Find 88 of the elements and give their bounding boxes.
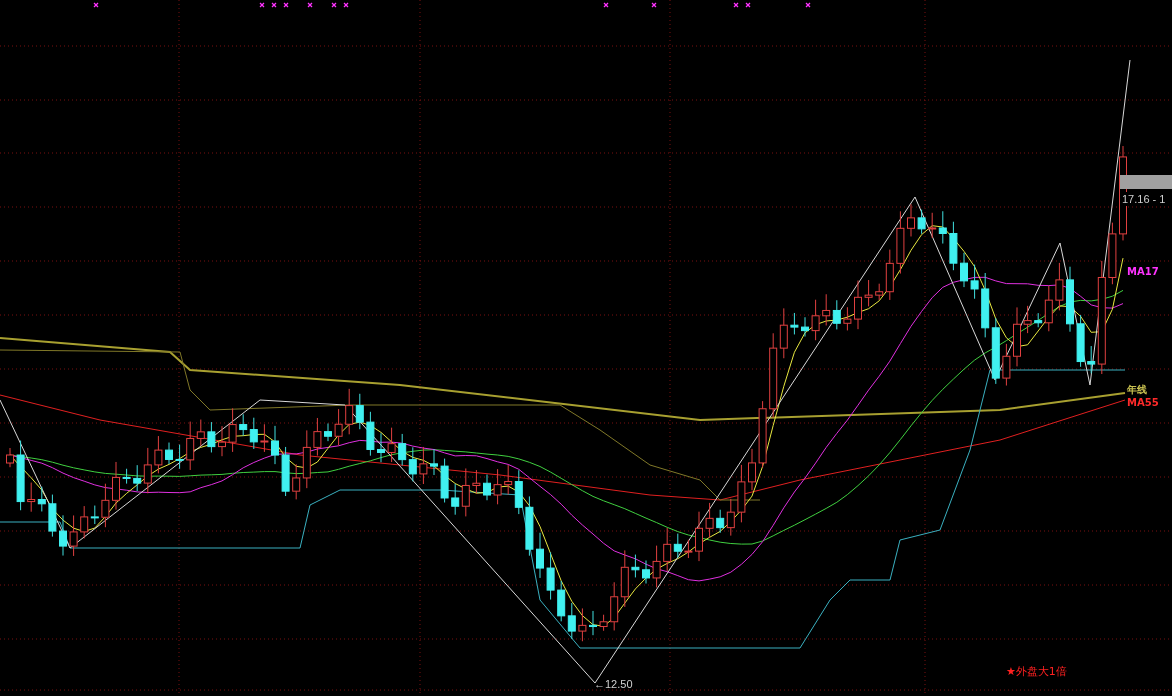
candle: [832, 299, 841, 330]
candle: [260, 423, 269, 453]
candle: [324, 422, 332, 442]
candle: [557, 580, 566, 622]
candle: [631, 554, 640, 578]
candle: [430, 448, 438, 476]
candle: [249, 417, 258, 450]
price-cursor-box: [1120, 175, 1172, 189]
candle: [366, 411, 375, 457]
candle: [101, 483, 110, 528]
candle: [864, 279, 873, 307]
price-low-label: ←12.50: [594, 678, 633, 690]
line-label: MA55: [1127, 397, 1159, 408]
candle: [811, 299, 820, 341]
candle: [355, 393, 364, 430]
candle: [1066, 266, 1074, 333]
candle: [1023, 305, 1032, 334]
candle: [6, 447, 14, 468]
candle: [695, 511, 703, 562]
candle: [896, 210, 905, 275]
candle: [854, 280, 862, 330]
candle: [175, 444, 184, 470]
candle: [483, 474, 491, 501]
candle: [567, 602, 576, 640]
candle: [684, 539, 693, 559]
candle: [907, 203, 915, 237]
line-label: 年线: [1127, 384, 1147, 395]
candle: [16, 440, 25, 511]
candle: [122, 468, 131, 485]
candle: [27, 482, 36, 513]
signal-text: ★外盘大1倍: [1006, 665, 1067, 678]
candle: [928, 212, 937, 239]
candle: [218, 425, 226, 457]
candle: [917, 209, 926, 235]
candle: [960, 252, 968, 288]
candle: [271, 425, 279, 465]
candle: [377, 432, 385, 463]
candle: [207, 421, 216, 453]
candle: [1013, 306, 1021, 367]
candle: [546, 551, 555, 601]
candle: [1055, 262, 1064, 311]
candle: [1076, 314, 1085, 368]
candle: [991, 317, 1000, 385]
candle: [599, 614, 608, 632]
candle: [1002, 343, 1011, 387]
candle: [48, 494, 57, 538]
candle: [737, 464, 746, 523]
candle: [69, 514, 78, 557]
candle: [620, 549, 629, 608]
candle: [642, 560, 650, 584]
candle: [345, 388, 354, 435]
candle: [652, 545, 661, 588]
candle: [419, 446, 428, 485]
candle: [493, 468, 502, 505]
candle: [387, 427, 396, 463]
candle: [228, 407, 237, 453]
candle: [790, 312, 799, 335]
candle: [59, 514, 67, 557]
candle: [970, 264, 979, 300]
candle: [239, 413, 248, 437]
candle: [801, 316, 809, 337]
candle: [758, 400, 767, 468]
candle: [525, 495, 534, 557]
candle: [822, 293, 831, 326]
candle: [748, 448, 756, 491]
candle: [843, 306, 852, 331]
candle: [37, 486, 46, 512]
candle: [705, 502, 714, 539]
candle: [1108, 222, 1117, 285]
candle: [281, 446, 290, 497]
candle: [472, 469, 481, 494]
candle: [165, 442, 173, 465]
candle: [408, 446, 417, 482]
candle: [981, 272, 990, 338]
candle: [334, 408, 343, 446]
candle: [112, 461, 120, 511]
candle: [589, 610, 597, 636]
candle: [398, 433, 407, 466]
price-high-label: 17.16 - 1: [1122, 193, 1166, 205]
candle: [938, 210, 947, 245]
line-label: MA17: [1127, 266, 1159, 277]
candle: [949, 221, 958, 271]
candle: [536, 532, 544, 579]
candle: [154, 435, 163, 474]
candle: [578, 607, 587, 642]
candle: [440, 458, 449, 503]
candle: [313, 417, 322, 457]
candle: [610, 581, 619, 631]
